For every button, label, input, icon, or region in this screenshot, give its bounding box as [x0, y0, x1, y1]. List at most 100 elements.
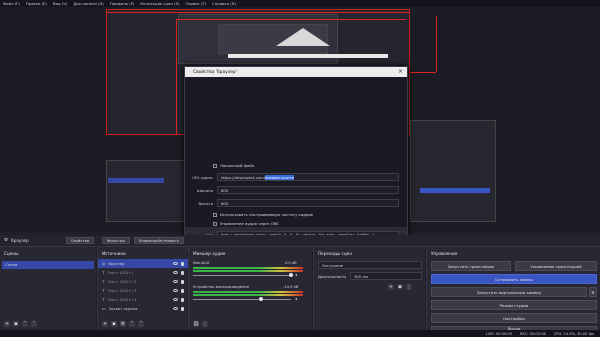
track2-slider-handle[interactable]: [259, 297, 263, 301]
start-stream-button[interactable]: Запустить трансляцию: [431, 261, 511, 271]
source-item[interactable]: T Текст (GDI+) 3: [98, 286, 188, 295]
link-icon[interactable]: ⛓: [193, 321, 199, 327]
gear-icon[interactable]: ⚙: [589, 287, 597, 297]
controls-header: Управление: [431, 251, 458, 256]
source-label: Текст (GDI+): [107, 270, 133, 275]
lock-icon[interactable]: [181, 270, 184, 275]
trash-icon[interactable]: ▪: [397, 284, 403, 290]
menu-icon[interactable]: ⋮: [406, 284, 412, 290]
eye-icon[interactable]: [173, 298, 178, 301]
track1-slider[interactable]: [193, 275, 291, 276]
nested-dock-right: [410, 120, 496, 222]
gear-icon: ⚙: [4, 238, 9, 243]
transition-type: Затухание: [322, 263, 344, 268]
url-prefix: https://obsproject.com/: [221, 175, 266, 180]
chevron-up-icon[interactable]: ˄: [129, 321, 135, 327]
track1-db: 0.0 dB: [285, 261, 297, 265]
eye-icon[interactable]: [173, 262, 178, 265]
speaker-icon[interactable]: ◂: [295, 272, 297, 277]
menu-edit[interactable]: Правка (E): [26, 1, 47, 6]
trash-icon[interactable]: ▪: [13, 321, 19, 327]
settings-button[interactable]: Настройки: [431, 313, 597, 323]
text-icon: T: [102, 297, 105, 302]
local-file-row: Локальный файл: [213, 163, 254, 168]
scenes-controls: + ▪ ˄ ˅: [4, 321, 37, 327]
menu-file[interactable]: Файл (F): [3, 1, 20, 6]
source-name: браузер: [11, 238, 29, 243]
track2-db: -14.9 dB: [283, 285, 299, 289]
source-item[interactable]: T Текст (GDI+) 2: [98, 277, 188, 286]
transition-select[interactable]: Затухание: [318, 261, 422, 269]
source-item[interactable]: T Текст (GDI+): [98, 268, 188, 277]
trash-icon[interactable]: ▪: [111, 321, 117, 327]
source-toolbar: ⚙ браузер Свойства Фильтры Взаимодейство…: [0, 235, 600, 246]
nested-dock-left: [106, 160, 186, 222]
interact-button[interactable]: Взаимодействовать: [134, 237, 184, 244]
stop-recording-button[interactable]: Остановить запись: [431, 274, 597, 284]
nested-source-selected: [108, 178, 164, 183]
local-file-label: Локальный файл: [220, 163, 255, 168]
mixer-header: Микшер аудио: [193, 251, 226, 256]
source-label: Захват экрана: [108, 306, 138, 311]
lock-icon[interactable]: [181, 261, 184, 266]
properties-button[interactable]: Свойства: [66, 237, 94, 244]
menu-view[interactable]: Вид (V): [53, 1, 67, 6]
track2-slider[interactable]: [193, 299, 291, 300]
gear-icon[interactable]: ⚙: [120, 321, 126, 327]
audio-control-checkbox[interactable]: [213, 221, 217, 226]
lock-icon[interactable]: [181, 288, 184, 293]
menu-docks[interactable]: Док-панели (D): [73, 1, 104, 6]
menu-profile[interactable]: Профиль (P): [110, 1, 134, 6]
nested-triangle-graphic: [276, 28, 330, 46]
source-label: Текст (GDI+) 3: [107, 288, 137, 293]
height-spinbox[interactable]: 600: [217, 199, 399, 207]
menu-tools[interactable]: Сервис (T): [185, 1, 206, 6]
url-field[interactable]: https://obsproject.com/browser-source: [217, 173, 399, 181]
lock-icon[interactable]: [181, 297, 184, 302]
transition-controls: + ▪ ⋮: [388, 284, 412, 290]
manage-stream-button[interactable]: Управление трансляцией: [515, 261, 597, 271]
controls-dock: Управление Запустить трансляцию Управлен…: [426, 246, 600, 331]
custom-fps-checkbox[interactable]: [213, 212, 217, 217]
lock-icon[interactable]: [181, 279, 184, 284]
chevron-down-icon[interactable]: ˅: [138, 321, 144, 327]
dialog-title: Свойства 'браузер': [193, 69, 237, 75]
add-icon[interactable]: +: [102, 321, 108, 327]
menu-help[interactable]: Справка (H): [212, 1, 236, 6]
chevron-up-icon[interactable]: ˄: [22, 321, 28, 327]
eye-icon[interactable]: [173, 307, 178, 310]
eye-icon[interactable]: [173, 271, 178, 274]
filters-button[interactable]: Фильтры: [102, 237, 130, 244]
local-file-checkbox[interactable]: [213, 163, 217, 168]
menu-icon[interactable]: ⋮: [202, 321, 208, 327]
chevron-down-icon[interactable]: ˅: [31, 321, 37, 327]
speaker-icon[interactable]: ◂: [295, 296, 297, 301]
track1-meter: [193, 267, 303, 269]
source-item[interactable]: ▭ Захват экрана: [98, 304, 188, 313]
add-icon[interactable]: +: [4, 321, 10, 327]
sources-list: ◎ браузер T Текст (GDI+) T Текст (GDI+) 2 T…: [98, 259, 188, 313]
eye-icon[interactable]: [173, 280, 178, 283]
virtual-camera-button[interactable]: Запустить виртуальную камеру: [431, 287, 587, 297]
height-row: Высота 600: [185, 199, 399, 207]
duration-spinbox[interactable]: 300 ms: [350, 272, 422, 280]
url-row: URL-адрес https://obsproject.com/browser…: [185, 173, 399, 181]
track1-slider-handle[interactable]: [289, 273, 293, 277]
eye-icon[interactable]: [173, 289, 178, 292]
text-icon: T: [102, 288, 105, 293]
width-spinbox[interactable]: 800: [217, 186, 399, 194]
menu-scene-collection[interactable]: Коллекция сцен (S): [140, 1, 179, 6]
close-icon[interactable]: ×: [397, 68, 404, 75]
sources-dock: Источники ◎ браузер T Текст (GDI+) T Текст …: [97, 246, 188, 330]
source-item[interactable]: ◎ браузер: [98, 259, 188, 268]
duration-value: 300 ms: [354, 274, 369, 279]
source-item[interactable]: T Текст (GDI+) 4: [98, 295, 188, 304]
custom-fps-label: Использовать настраиваемую частоту кадро…: [220, 212, 313, 217]
mixer-controls: ⛓ ⋮: [193, 321, 208, 327]
globe-icon: ◎: [102, 261, 106, 266]
scene-item[interactable]: Сцена: [2, 261, 94, 269]
track1-meter-r: [193, 270, 303, 272]
studio-mode-button[interactable]: Режим студии: [431, 300, 597, 310]
add-icon[interactable]: +: [388, 284, 394, 290]
lock-icon[interactable]: [181, 306, 184, 311]
